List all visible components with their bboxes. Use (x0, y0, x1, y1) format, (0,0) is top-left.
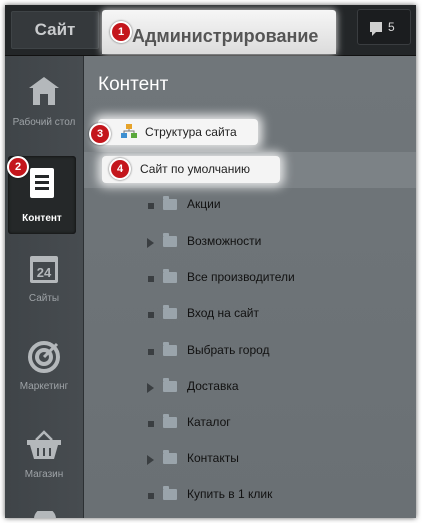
default-site-label: Сайт по умолчанию (140, 162, 251, 176)
callout-badge-2: 2 (7, 156, 29, 178)
bullet-icon (148, 276, 154, 282)
folder-icon (163, 269, 177, 283)
folder-icon (163, 378, 177, 392)
basket-icon (27, 430, 61, 459)
calendar-24-icon: 24 (30, 256, 58, 283)
sidebar-item-shop[interactable]: Магазин (5, 424, 83, 502)
bullet-icon (148, 312, 154, 318)
bullet-icon (148, 203, 154, 209)
tab-site[interactable]: Сайт (11, 11, 99, 49)
tree-item[interactable]: Каталог (84, 409, 416, 439)
folder-icon (163, 450, 177, 464)
sidebar-item-desktop[interactable]: Рабочий стол (5, 66, 83, 144)
tree-item-label: Доставка (187, 379, 239, 393)
sidebar-item-label: Магазин (24, 469, 64, 480)
folder-icon (163, 414, 177, 428)
folder-icon (163, 233, 177, 247)
tree-item[interactable]: Возможности (84, 228, 416, 258)
notifications-button[interactable]: 5 (357, 9, 411, 45)
document-icon (30, 168, 54, 198)
tree-item-label: Все производители (187, 270, 295, 284)
tree-item-label: Возможности (187, 234, 262, 248)
page-title: Контент (98, 74, 169, 95)
tree-item-label: Выбрать город (187, 343, 270, 357)
more-icon (34, 511, 56, 518)
tab-administration[interactable]: Администрирование (102, 10, 336, 54)
tree-item-label: Вход на сайт (187, 306, 259, 320)
expand-arrow-icon[interactable] (147, 238, 154, 248)
callout-badge-1: 1 (110, 21, 132, 43)
svg-text:24: 24 (37, 265, 52, 280)
bullet-icon (148, 349, 154, 355)
admin-window: Сайт Администрирование 5 Рабочий стол Ко… (5, 5, 416, 518)
bullet-icon (148, 421, 154, 427)
expand-arrow-icon[interactable] (147, 383, 154, 393)
site-structure-item[interactable]: Структура сайта (98, 119, 258, 145)
tree-item-label: Контакты (187, 451, 239, 465)
tree-item[interactable]: Вход на сайт (84, 300, 416, 330)
folder-icon (163, 342, 177, 356)
sidebar-item-sites[interactable]: 24 Сайты (5, 248, 83, 326)
sidebar-item-label: Контент (22, 213, 62, 224)
tree-item[interactable]: Выбрать город (84, 337, 416, 367)
tree-item[interactable]: Купить в 1 клик (84, 481, 416, 511)
structure-icon (121, 124, 137, 138)
callout-badge-4: 4 (109, 158, 131, 180)
default-site-row[interactable]: Сайт по умолчанию (84, 152, 416, 188)
folder-icon (163, 196, 177, 210)
sidebar-item-label: Маркетинг (19, 381, 69, 392)
tree-item[interactable]: Все производители (84, 264, 416, 294)
tree-item[interactable]: Доставка (84, 373, 416, 403)
top-bar: Сайт Администрирование 5 (5, 5, 416, 56)
target-icon (28, 341, 60, 373)
home-icon (29, 77, 59, 105)
bullet-icon (148, 493, 154, 499)
sidebar-item-marketing[interactable]: Маркетинг (5, 336, 83, 414)
tree-item[interactable]: Контакты (84, 445, 416, 475)
sidebar: Рабочий стол Контент 24 Сайты Маркетинг … (5, 56, 84, 518)
tree-item[interactable]: Акции (84, 191, 416, 221)
sidebar-item-label: Сайты (28, 293, 60, 304)
tree-item-label: Акции (187, 197, 221, 211)
folder-icon (163, 486, 177, 500)
tree-item-label: Купить в 1 клик (187, 487, 273, 501)
folder-icon (163, 305, 177, 319)
callout-badge-3: 3 (89, 123, 111, 145)
tree-item-label: Каталог (187, 415, 231, 429)
expand-arrow-icon[interactable] (147, 455, 154, 465)
content-panel: Контент Структура сайта Сайт по умолчани… (84, 56, 416, 518)
notifications-count: 5 (388, 20, 395, 34)
sidebar-item-label: Рабочий стол (12, 117, 76, 128)
flag-icon (370, 22, 382, 36)
site-structure-label: Структура сайта (145, 125, 237, 139)
